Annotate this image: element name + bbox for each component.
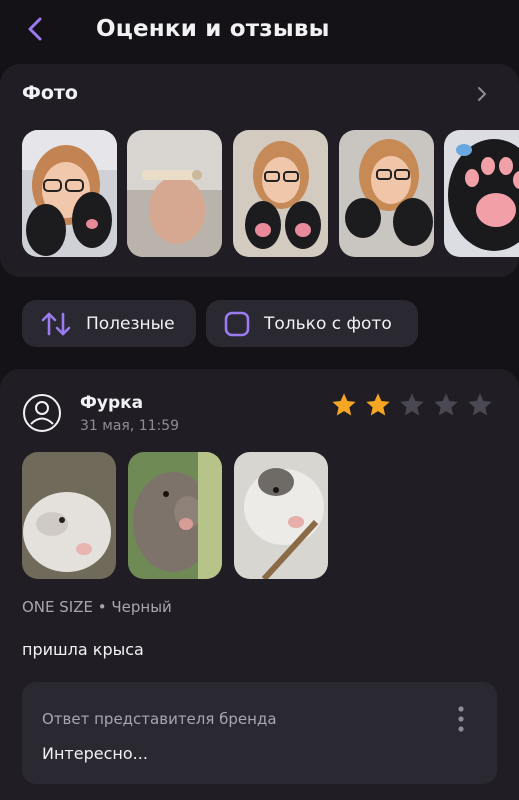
checkbox-icon[interactable]: [224, 311, 250, 337]
sort-arrows-icon: [41, 312, 71, 335]
photo-only-filter[interactable]: Только с фото: [206, 300, 418, 347]
chevron-left-icon: [28, 17, 42, 41]
top-bar: Оценки и отзывы: [0, 0, 519, 64]
page-title: Оценки и отзывы: [96, 16, 330, 42]
brand-reply-text: Интересно...: [42, 744, 148, 763]
photo-section-more-button[interactable]: [474, 84, 490, 104]
star-filled-icon: [366, 393, 390, 416]
review-date: 31 мая, 11:59: [80, 418, 180, 434]
photo-thumbnail[interactable]: [233, 130, 328, 257]
photo-only-label: Только с фото: [264, 313, 392, 334]
user-avatar-icon: [23, 394, 61, 432]
brand-reply: Ответ представителя бренда Интересно...: [22, 682, 497, 784]
sort-button-label: Полезные: [86, 313, 175, 334]
review-photo-thumbnail[interactable]: [128, 452, 222, 579]
review-photos: [22, 452, 342, 579]
star-empty-icon: [434, 393, 458, 416]
product-variant: ONE SIZE • Черный: [22, 598, 172, 616]
back-button[interactable]: [22, 14, 50, 44]
brand-reply-title: Ответ представителя бренда: [42, 710, 277, 728]
more-options-button[interactable]: [451, 704, 471, 734]
review-text: пришла крыса: [22, 640, 144, 659]
star-filled-icon: [332, 393, 356, 416]
more-vertical-icon: [458, 706, 464, 732]
photo-thumbnail[interactable]: [127, 130, 222, 257]
star-empty-icon: [468, 393, 492, 416]
star-empty-icon: [400, 393, 424, 416]
review-photo-thumbnail[interactable]: [22, 452, 116, 579]
photo-strip[interactable]: [22, 130, 519, 257]
review-author: Фурка: [80, 393, 144, 413]
review-photo-thumbnail[interactable]: [234, 452, 328, 579]
photo-section-title[interactable]: Фото: [22, 82, 78, 104]
rating-stars: [330, 391, 494, 419]
photo-thumbnail[interactable]: [339, 130, 434, 257]
sort-button[interactable]: Полезные: [22, 300, 196, 347]
photo-thumbnail[interactable]: [444, 130, 519, 257]
chevron-right-icon: [478, 87, 486, 101]
photo-thumbnail[interactable]: [22, 130, 117, 257]
